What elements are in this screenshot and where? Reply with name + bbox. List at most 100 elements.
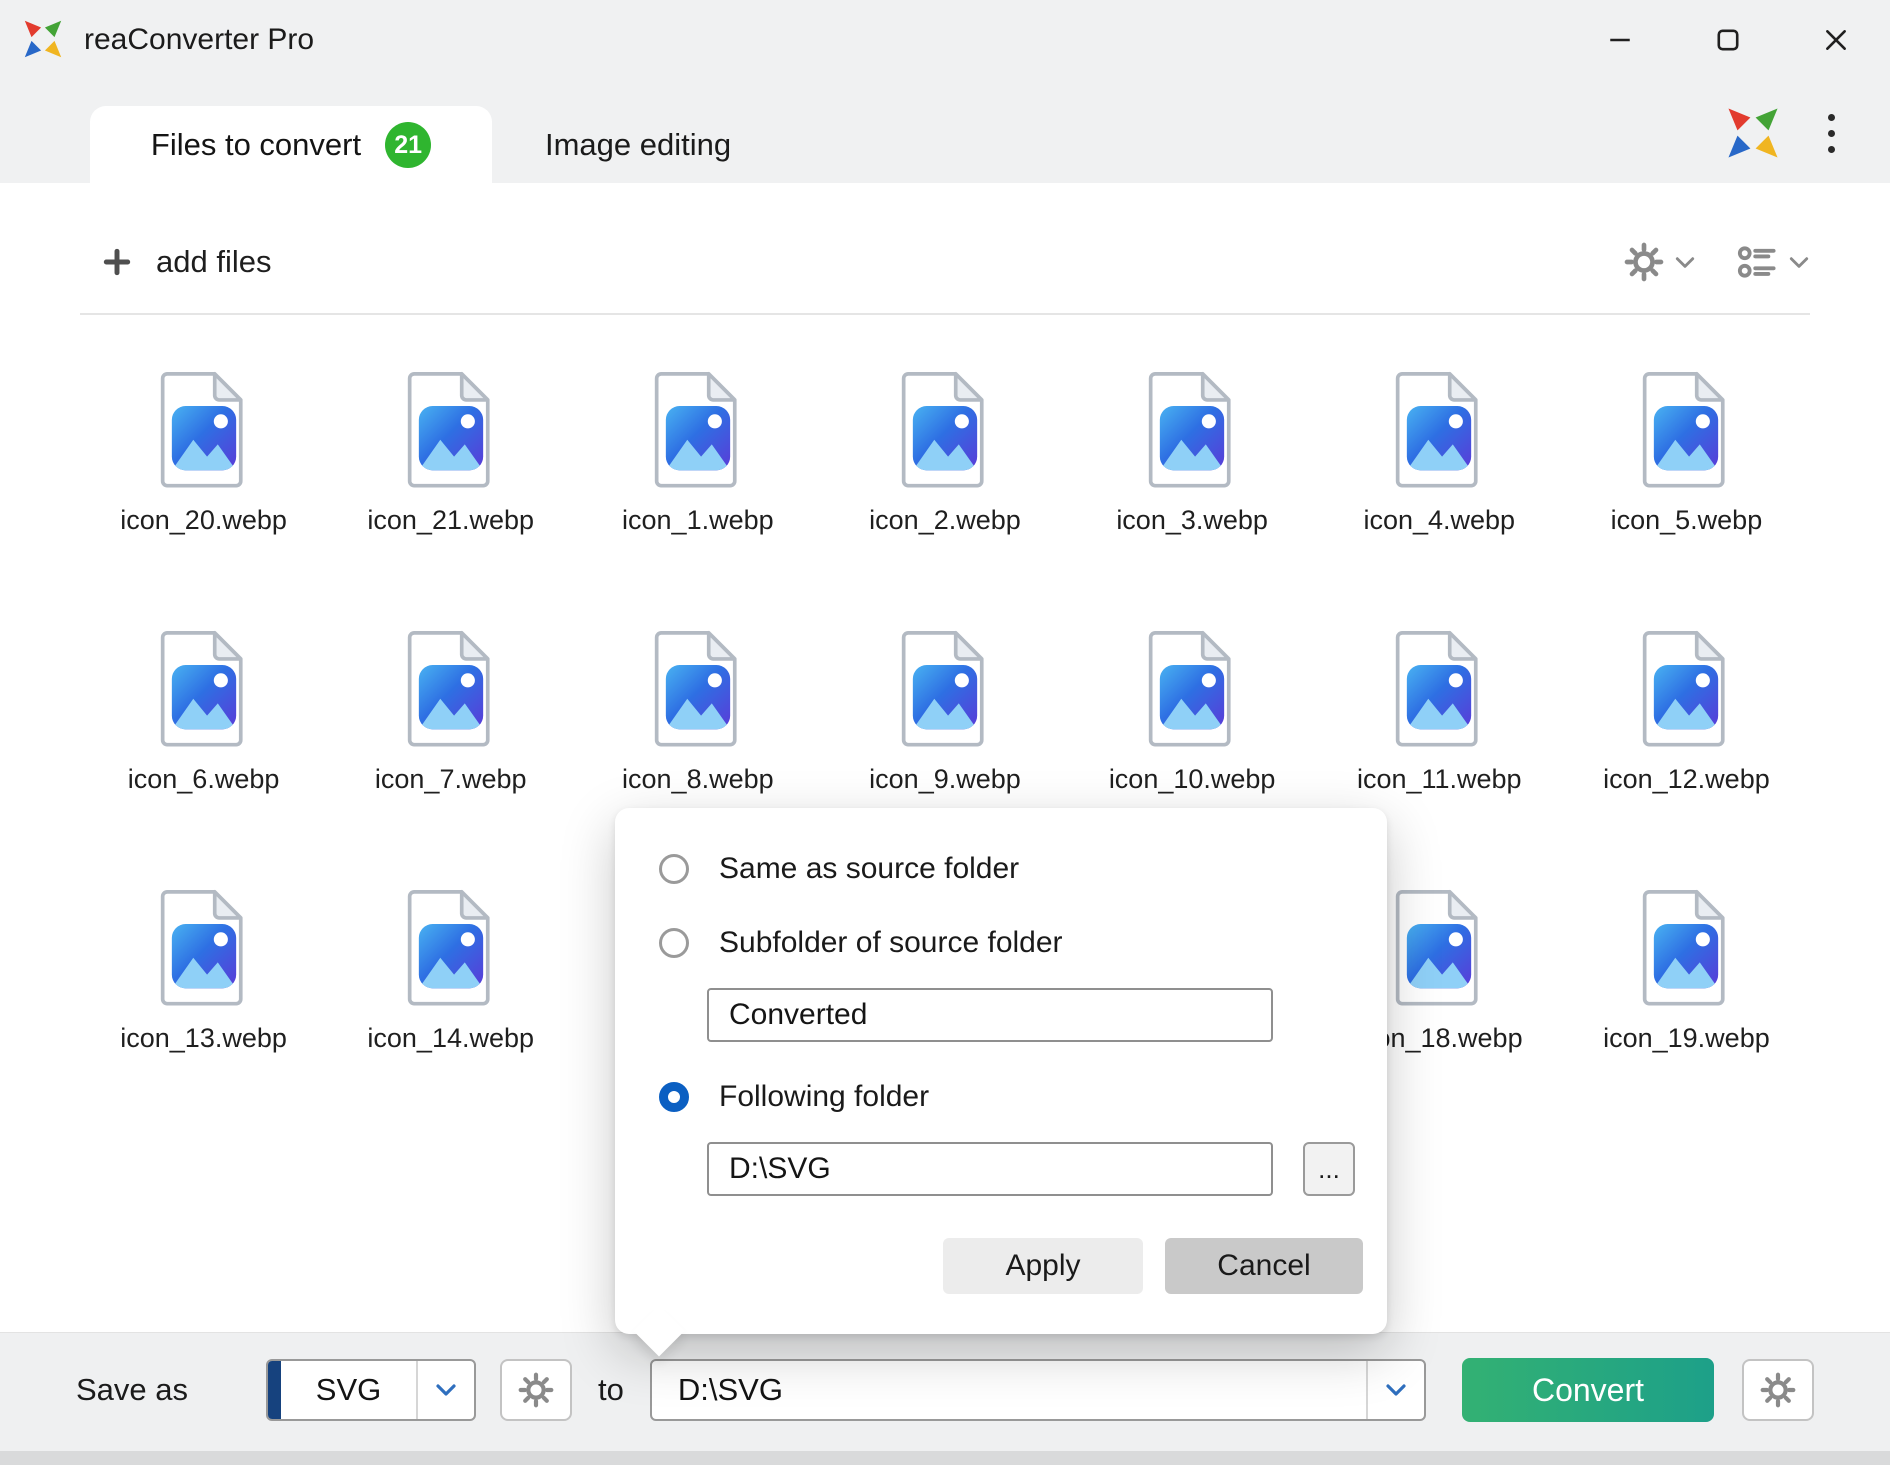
subfolder-name-input[interactable] <box>707 988 1273 1042</box>
file-thumbnail-icon <box>1637 628 1735 748</box>
file-thumbnail-icon <box>649 369 747 489</box>
file-thumbnail-icon <box>896 369 994 489</box>
file-thumbnail-icon <box>1637 369 1735 489</box>
convert-button[interactable]: Convert <box>1462 1358 1714 1422</box>
chevron-down-icon <box>1674 254 1696 270</box>
file-item[interactable]: icon_13.webp <box>80 887 327 1054</box>
cancel-button[interactable]: Cancel <box>1165 1238 1363 1294</box>
file-name: icon_14.webp <box>367 1023 534 1054</box>
tab-files-label: Files to convert <box>151 127 361 163</box>
file-item[interactable]: icon_1.webp <box>574 369 821 536</box>
toolbar-right-icons <box>1624 241 1810 283</box>
bottom-bar: Save as SVG to D:\SVG Convert <box>0 1332 1890 1465</box>
file-item[interactable]: icon_3.webp <box>1069 369 1316 536</box>
minimize-button[interactable] <box>1566 0 1674 80</box>
file-thumbnail-icon <box>1390 628 1488 748</box>
save-as-label: Save as <box>76 1372 188 1408</box>
file-item[interactable]: icon_21.webp <box>327 369 574 536</box>
tab-files-to-convert[interactable]: Files to convert 21 <box>90 106 492 184</box>
file-item[interactable]: icon_14.webp <box>327 887 574 1054</box>
file-thumbnail-icon <box>1390 369 1488 489</box>
file-thumbnail-icon <box>896 628 994 748</box>
format-dropdown-button[interactable] <box>416 1361 474 1419</box>
browse-button[interactable]: ... <box>1303 1142 1355 1196</box>
file-name: icon_20.webp <box>120 505 287 536</box>
file-item[interactable]: icon_7.webp <box>327 628 574 795</box>
file-name: icon_2.webp <box>869 505 1021 536</box>
file-name: icon_21.webp <box>367 505 534 536</box>
add-files-button[interactable]: add files <box>102 233 271 291</box>
file-thumbnail-icon <box>402 628 500 748</box>
file-item[interactable]: icon_10.webp <box>1069 628 1316 795</box>
file-thumbnail-icon <box>1143 628 1241 748</box>
file-item[interactable]: icon_20.webp <box>80 369 327 536</box>
file-item[interactable]: icon_8.webp <box>574 628 821 795</box>
option-following-folder[interactable]: Following folder <box>659 1080 1363 1114</box>
destination-combobox[interactable]: D:\SVG <box>650 1359 1426 1421</box>
apply-button[interactable]: Apply <box>943 1238 1143 1294</box>
format-settings-button[interactable] <box>500 1359 572 1421</box>
file-name: icon_6.webp <box>128 764 280 795</box>
file-item[interactable]: icon_19.webp <box>1563 887 1810 1054</box>
brand-logo-icon <box>1722 102 1784 164</box>
file-name: icon_8.webp <box>622 764 774 795</box>
file-name: icon_19.webp <box>1603 1023 1770 1054</box>
file-thumbnail-icon <box>402 369 500 489</box>
folder-path-input[interactable] <box>707 1142 1273 1196</box>
file-item[interactable]: icon_2.webp <box>821 369 1068 536</box>
file-name: icon_3.webp <box>1116 505 1268 536</box>
file-name: icon_5.webp <box>1611 505 1763 536</box>
file-name: icon_10.webp <box>1109 764 1276 795</box>
file-thumbnail-icon <box>155 628 253 748</box>
file-item[interactable]: icon_5.webp <box>1563 369 1810 536</box>
option-subfolder-label: Subfolder of source folder <box>719 926 1063 960</box>
file-item[interactable]: icon_11.webp <box>1316 628 1563 795</box>
radio-following-folder[interactable] <box>659 1082 689 1112</box>
window-controls <box>1566 0 1890 80</box>
option-subfolder[interactable]: Subfolder of source folder <box>659 926 1363 960</box>
menu-kebab-button[interactable] <box>1808 104 1854 162</box>
files-count-badge: 21 <box>385 122 431 168</box>
close-button[interactable] <box>1782 0 1890 80</box>
convert-settings-button[interactable] <box>1742 1359 1814 1421</box>
file-name: icon_9.webp <box>869 764 1021 795</box>
format-select[interactable]: SVG <box>266 1359 476 1421</box>
file-item[interactable]: icon_12.webp <box>1563 628 1810 795</box>
file-thumbnail-icon <box>1143 369 1241 489</box>
to-label: to <box>598 1372 624 1408</box>
file-name: icon_13.webp <box>120 1023 287 1054</box>
radio-subfolder[interactable] <box>659 928 689 958</box>
popup-buttons: Apply Cancel <box>659 1238 1363 1294</box>
chevron-down-icon <box>434 1382 458 1398</box>
destination-folder-popup: Same as source folder Subfolder of sourc… <box>615 808 1387 1334</box>
file-thumbnail-icon <box>1637 887 1735 1007</box>
header: reaConverter Pro Files to convert 21 Ima… <box>0 0 1890 183</box>
settings-dropdown-button[interactable] <box>1624 242 1696 282</box>
option-same-as-source[interactable]: Same as source folder <box>659 852 1363 886</box>
file-item[interactable]: icon_6.webp <box>80 628 327 795</box>
chevron-down-icon <box>1384 1382 1408 1398</box>
maximize-button[interactable] <box>1674 0 1782 80</box>
file-item[interactable]: icon_4.webp <box>1316 369 1563 536</box>
option-same-as-source-label: Same as source folder <box>719 852 1019 886</box>
gear-icon <box>518 1372 554 1408</box>
destination-dropdown-button[interactable] <box>1366 1361 1424 1419</box>
file-name: icon_1.webp <box>622 505 774 536</box>
radio-same-as-source[interactable] <box>659 854 689 884</box>
tab-image-editing[interactable]: Image editing <box>545 106 731 184</box>
file-item[interactable]: icon_9.webp <box>821 628 1068 795</box>
plus-icon <box>102 247 132 277</box>
format-value: SVG <box>281 1361 416 1419</box>
file-thumbnail-icon <box>1390 887 1488 1007</box>
file-thumbnail-icon <box>155 369 253 489</box>
chevron-down-icon <box>1788 254 1810 270</box>
file-name: icon_11.webp <box>1357 764 1522 795</box>
file-name: icon_7.webp <box>375 764 527 795</box>
gear-icon <box>1760 1372 1796 1408</box>
view-options-button[interactable] <box>1736 241 1810 283</box>
view-list-icon <box>1736 241 1778 283</box>
window-title: reaConverter Pro <box>84 0 314 80</box>
app-logo-icon <box>20 16 66 62</box>
file-thumbnail-icon <box>402 887 500 1007</box>
file-thumbnail-icon <box>649 628 747 748</box>
